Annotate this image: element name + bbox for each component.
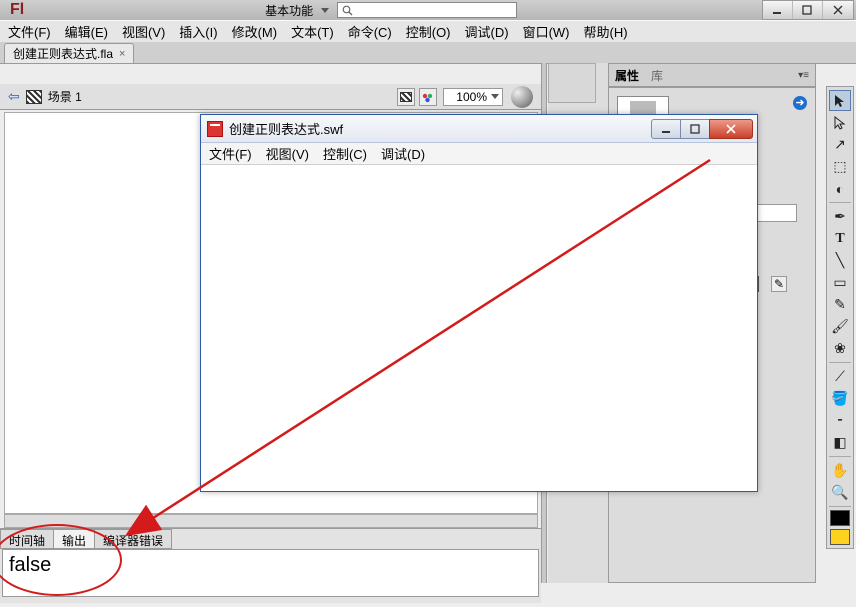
output-text-area[interactable]: false (2, 549, 539, 597)
zoom-tool[interactable]: 🔍 (829, 482, 851, 503)
window-controls (762, 0, 854, 20)
tools-panel: ↗ ⬚ ◐ ✒ T ╲ ▭ ✎ 🖌 ❀ ⟋ 🪣 ⁃ ◧ ✋ 🔍 (826, 86, 854, 549)
color-picker-button[interactable] (511, 86, 533, 108)
swf-window-title: 创建正则表达式.swf (229, 119, 652, 138)
menu-modify[interactable]: 修改(M) (232, 22, 278, 41)
pencil-tool[interactable]: ✎ (829, 294, 851, 315)
bottom-tab-bar: 时间轴 输出 编译器错误 (0, 529, 541, 549)
menu-text[interactable]: 文本(T) (291, 22, 334, 41)
eraser-tool[interactable]: ◧ (829, 432, 851, 453)
scene-name-label: 场景 1 (48, 88, 82, 105)
panel-tab-bar: 属性 库 ▾≡ (608, 63, 816, 87)
zoom-level-input[interactable]: 100% (443, 88, 503, 106)
collapsed-panel-icon[interactable] (548, 63, 596, 103)
swf-maximize-button[interactable] (680, 119, 710, 139)
document-tab[interactable]: 创建正则表达式.fla × (4, 43, 134, 63)
dropdown-icon[interactable] (491, 94, 499, 99)
lasso-tool[interactable]: ◐ (829, 178, 851, 199)
tab-library[interactable]: 库 (651, 67, 663, 84)
scene-navigation-bar: ⇦ 场景 1 100% (0, 84, 541, 110)
document-tab-label: 创建正则表达式.fla (13, 45, 113, 62)
bone-tool[interactable]: ⟋ (829, 366, 851, 387)
flash-logo: Fl (0, 1, 24, 19)
menu-control[interactable]: 控制(O) (406, 22, 451, 41)
rectangle-tool[interactable]: ▭ (829, 272, 851, 293)
menu-view[interactable]: 视图(V) (122, 22, 165, 41)
swf-stage[interactable] (201, 165, 757, 491)
workspace-switcher[interactable]: 基本功能 (265, 2, 313, 19)
menu-insert[interactable]: 插入(I) (179, 22, 217, 41)
menu-file[interactable]: 文件(F) (8, 22, 51, 41)
panel-menu-icon[interactable]: ▾≡ (798, 70, 809, 81)
menu-commands[interactable]: 命令(C) (348, 22, 392, 41)
tab-compiler-errors[interactable]: 编译器错误 (94, 529, 172, 549)
swf-menu-debug[interactable]: 调试(D) (381, 144, 425, 163)
app-title-bar: Fl 基本功能 (0, 0, 856, 20)
swf-menu-file[interactable]: 文件(F) (209, 144, 252, 163)
swf-menu-control[interactable]: 控制(C) (323, 144, 367, 163)
3d-rotation-tool[interactable]: ⬚ (829, 156, 851, 177)
paint-bucket-tool[interactable]: 🪣 (829, 388, 851, 409)
brush-tool[interactable]: 🖌 (829, 316, 851, 337)
main-menu-bar: 文件(F) 编辑(E) 视图(V) 插入(I) 修改(M) 文本(T) 命令(C… (0, 20, 856, 42)
tab-timeline[interactable]: 时间轴 (0, 529, 54, 549)
document-tab-bar: 创建正则表达式.fla × (0, 42, 856, 64)
text-tool[interactable]: T (829, 228, 851, 249)
info-icon[interactable]: ➜ (793, 96, 807, 110)
tab-properties[interactable]: 属性 (615, 67, 639, 84)
swf-window-controls (652, 119, 753, 139)
swf-player-window[interactable]: 创建正则表达式.swf 文件(F) 视图(V) 控制(C) 调试(D) (200, 114, 758, 492)
menu-debug[interactable]: 调试(D) (465, 22, 509, 41)
swf-minimize-button[interactable] (651, 119, 681, 139)
scene-icon (26, 90, 42, 104)
flash-file-icon (207, 121, 223, 137)
subselection-tool[interactable] (829, 112, 851, 133)
swf-menu-view[interactable]: 视图(V) (266, 144, 309, 163)
zoom-value: 100% (456, 90, 487, 104)
swf-menu-bar: 文件(F) 视图(V) 控制(C) 调试(D) (201, 143, 757, 165)
tab-close-icon[interactable]: × (119, 48, 125, 60)
selection-tool[interactable] (829, 90, 851, 111)
bottom-panel: 时间轴 输出 编译器错误 false (0, 528, 541, 603)
fill-color-swatch[interactable] (830, 529, 850, 545)
output-content: false (9, 554, 51, 576)
menu-help[interactable]: 帮助(H) (584, 22, 628, 41)
search-input[interactable] (337, 2, 517, 18)
edit-scene-button[interactable] (397, 88, 415, 106)
edit-symbols-button[interactable] (419, 88, 437, 106)
line-tool[interactable]: ╲ (829, 250, 851, 271)
horizontal-scrollbar[interactable] (4, 514, 538, 528)
pen-tool[interactable]: ✒ (829, 206, 851, 227)
maximize-button[interactable] (793, 1, 823, 19)
scene-back-arrow-icon[interactable]: ⇦ (8, 88, 20, 105)
menu-window[interactable]: 窗口(W) (523, 22, 570, 41)
stroke-color-swatch[interactable] (830, 510, 850, 526)
eyedropper-tool[interactable]: ⁃ (829, 410, 851, 431)
hand-tool[interactable]: ✋ (829, 460, 851, 481)
close-button[interactable] (823, 1, 853, 19)
dropdown-icon[interactable] (321, 8, 329, 13)
free-transform-tool[interactable]: ↗ (829, 134, 851, 155)
menu-edit[interactable]: 编辑(E) (65, 22, 108, 41)
pencil-icon[interactable]: ✎ (771, 276, 787, 292)
deco-tool[interactable]: ❀ (829, 338, 851, 359)
swf-title-bar[interactable]: 创建正则表达式.swf (201, 115, 757, 143)
search-icon (342, 5, 353, 16)
minimize-button[interactable] (763, 1, 793, 19)
tab-output[interactable]: 输出 (53, 529, 95, 549)
swf-close-button[interactable] (709, 119, 753, 139)
